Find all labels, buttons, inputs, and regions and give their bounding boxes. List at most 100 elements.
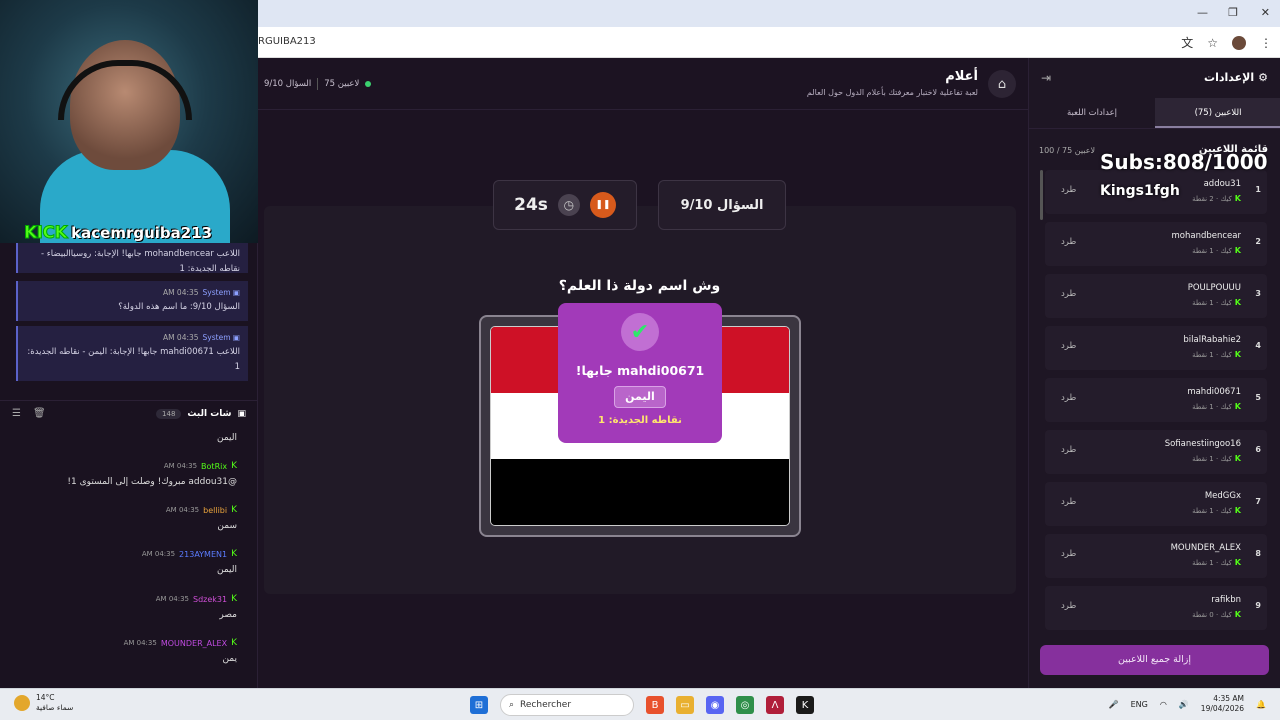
taskbar: 14°C سماء صافية ⊞ ⌕ Rechercher B ▭ ◉ ◎ Λ… [0, 688, 1280, 720]
home-button[interactable]: ⌂ [988, 70, 1016, 98]
kick-badge-icon: K [1234, 298, 1241, 307]
chat-panel: اللاعب mohandbencear جابها! الإجابة: روس… [0, 243, 258, 688]
temperature: 14°C [36, 693, 55, 702]
minimize-button[interactable]: — [1197, 6, 1208, 19]
close-window-button[interactable]: ✕ [1261, 6, 1270, 19]
discord-icon[interactable]: ◉ [706, 696, 724, 714]
url-text[interactable]: RGUIBA213 [258, 36, 316, 47]
system-message-time: AM 04:35 [162, 333, 199, 342]
system-message-sender: System [202, 288, 231, 297]
chat-username[interactable]: BotRix [201, 462, 227, 471]
profile-avatar[interactable] [1232, 35, 1246, 50]
collapse-panel-icon[interactable]: ⇥ [1041, 71, 1051, 85]
kick-player-button[interactable]: طرد [1061, 341, 1076, 351]
chat-username[interactable]: Sdzek31 [193, 595, 227, 604]
system-bot-icon: ▣ [232, 333, 240, 342]
player-name: POULPOUUU [1187, 283, 1241, 293]
chat-message-text: اليمن [216, 565, 237, 575]
popup-answer: اليمن [614, 386, 666, 408]
pause-button[interactable]: ❚❚ [589, 192, 616, 218]
player-points: كيك · 1 نقطة [1192, 350, 1232, 359]
browser-titlebar: — ❐ ✕ [258, 0, 1280, 27]
taskbar-apps: ⊞ ⌕ Rechercher B ▭ ◉ ◎ Λ K [470, 694, 814, 716]
player-rank: 7 [1255, 497, 1261, 506]
chat-username[interactable]: 213AYMEN1 [179, 550, 227, 559]
clock[interactable]: 4:35 AM 19/04/2026 [1201, 694, 1244, 714]
chat-username[interactable]: MOUNDER_ALEX [161, 639, 227, 648]
kick-player-button[interactable]: طرد [1061, 185, 1076, 195]
timer-value: 24s [514, 195, 548, 215]
player-name: bilalRabahie2 [1183, 335, 1241, 345]
clock-time: 4:35 AM [1213, 694, 1245, 703]
player-name: MedGGx [1204, 491, 1241, 501]
tab-game-settings[interactable]: إعدادات اللعبة [1029, 98, 1155, 128]
player-rank: 5 [1255, 393, 1261, 402]
chrome-icon[interactable]: ◎ [736, 696, 754, 714]
kick-badge-icon: K [1234, 194, 1241, 203]
chat-message-meta: AM 04:35 bellibi K [166, 505, 237, 515]
kick-badge-icon: K [231, 638, 237, 648]
menu-dots-icon[interactable]: ⋮ [1260, 36, 1272, 50]
notification-icon[interactable]: 🔔 [1256, 700, 1266, 709]
system-message-text: اللاعب mahdi00671 جابها! الإجابة: اليمن … [27, 347, 240, 372]
microphone-icon[interactable]: 🎤 [1109, 700, 1119, 709]
chat-time: AM 04:35 [141, 550, 176, 558]
translate-icon[interactable]: 文 [1181, 34, 1193, 51]
question-text: وش اسم دولة ذا العلم؟ [558, 278, 721, 294]
kick-player-button[interactable]: طرد [1061, 601, 1076, 611]
home-icon: ⌂ [997, 76, 1007, 92]
settings-tabs: إعدادات اللعبة اللاعبين (75) [1029, 98, 1280, 129]
kick-player-button[interactable]: طرد [1061, 289, 1076, 299]
system-message-sender: System [202, 333, 231, 342]
app-icon[interactable]: Λ [766, 696, 784, 714]
kick-app-icon[interactable]: K [796, 696, 814, 714]
kick-player-button[interactable]: طرد [1061, 393, 1076, 403]
chat-message-meta: AM 04:35 MOUNDER_ALEX K [124, 638, 237, 648]
chat-username[interactable]: bellibi [203, 506, 227, 515]
player-row: 2 mohandbencear K كيك · 1 نقطة طرد [1045, 222, 1267, 266]
language-indicator[interactable]: ENG [1131, 700, 1148, 709]
address-bar[interactable]: RGUIBA213 文 ☆ ⋮ [258, 27, 1280, 58]
player-name: Sofianestiingoo16 [1164, 439, 1241, 449]
timer-card: 24s ◷ ❚❚ [493, 180, 637, 230]
tab-players[interactable]: اللاعبين (75) [1155, 98, 1280, 128]
chat-icon: ▣ [237, 408, 246, 419]
chat-message-meta: AM 04:35 213AYMEN1 K [142, 549, 237, 559]
player-points: كيك · 1 نقطة [1192, 454, 1232, 463]
kick-badge-icon: K [1234, 506, 1241, 515]
chat-message-text: @addou31 مبروك! وصلت إلى المستوى 1! [67, 477, 237, 487]
player-name: addou31 [1203, 179, 1241, 189]
volume-icon[interactable]: 🔊 [1179, 700, 1189, 709]
chat-header: ☰ 🗑 148 شات البث ▣ [0, 400, 258, 426]
scrollbar[interactable] [1040, 170, 1043, 220]
subs-goal-overlay: Subs:808/1000 [1100, 150, 1268, 174]
taskbar-search[interactable]: ⌕ Rechercher [500, 694, 634, 716]
trash-icon[interactable]: 🗑 [33, 408, 46, 419]
kick-player-button[interactable]: طرد [1061, 549, 1076, 559]
kick-badge-icon: K [1234, 610, 1241, 619]
windows-start-icon[interactable]: ⊞ [470, 696, 488, 714]
kick-player-button[interactable]: طرد [1061, 237, 1076, 247]
player-rank: 8 [1255, 549, 1261, 558]
player-name: rafikbn [1211, 595, 1241, 605]
chat-settings-icon[interactable]: ☰ [12, 408, 21, 419]
player-sub: K كيك · 1 نقطة [1192, 350, 1241, 359]
divider [317, 78, 319, 90]
folder-icon[interactable]: ▭ [676, 696, 694, 714]
brave-browser-icon[interactable]: B [646, 696, 664, 714]
chat-time: AM 04:35 [123, 639, 157, 647]
weather-widget[interactable]: 14°C سماء صافية [14, 693, 73, 713]
player-rank: 3 [1255, 289, 1261, 298]
wifi-icon[interactable]: ◠ [1160, 700, 1167, 709]
system-tray: 🎤 ENG ◠ 🔊 4:35 AM 19/04/2026 🔔 [1109, 694, 1266, 714]
kick-player-button[interactable]: طرد [1061, 497, 1076, 507]
player-sub: K كيك · 1 نقطة [1192, 454, 1241, 463]
popup-title: mahdi00671 جابها! [575, 363, 705, 378]
maximize-button[interactable]: ❐ [1228, 6, 1238, 19]
clock-date: 19/04/2026 [1200, 704, 1245, 713]
kick-player-button[interactable]: طرد [1061, 445, 1076, 455]
chat-message-text: مصر [219, 610, 237, 620]
popup-points: نقاطه الجديدة: 1 [598, 415, 682, 426]
bookmark-star-icon[interactable]: ☆ [1207, 36, 1218, 50]
remove-all-players-button[interactable]: إزالة جميع اللاعبين [1040, 645, 1269, 675]
